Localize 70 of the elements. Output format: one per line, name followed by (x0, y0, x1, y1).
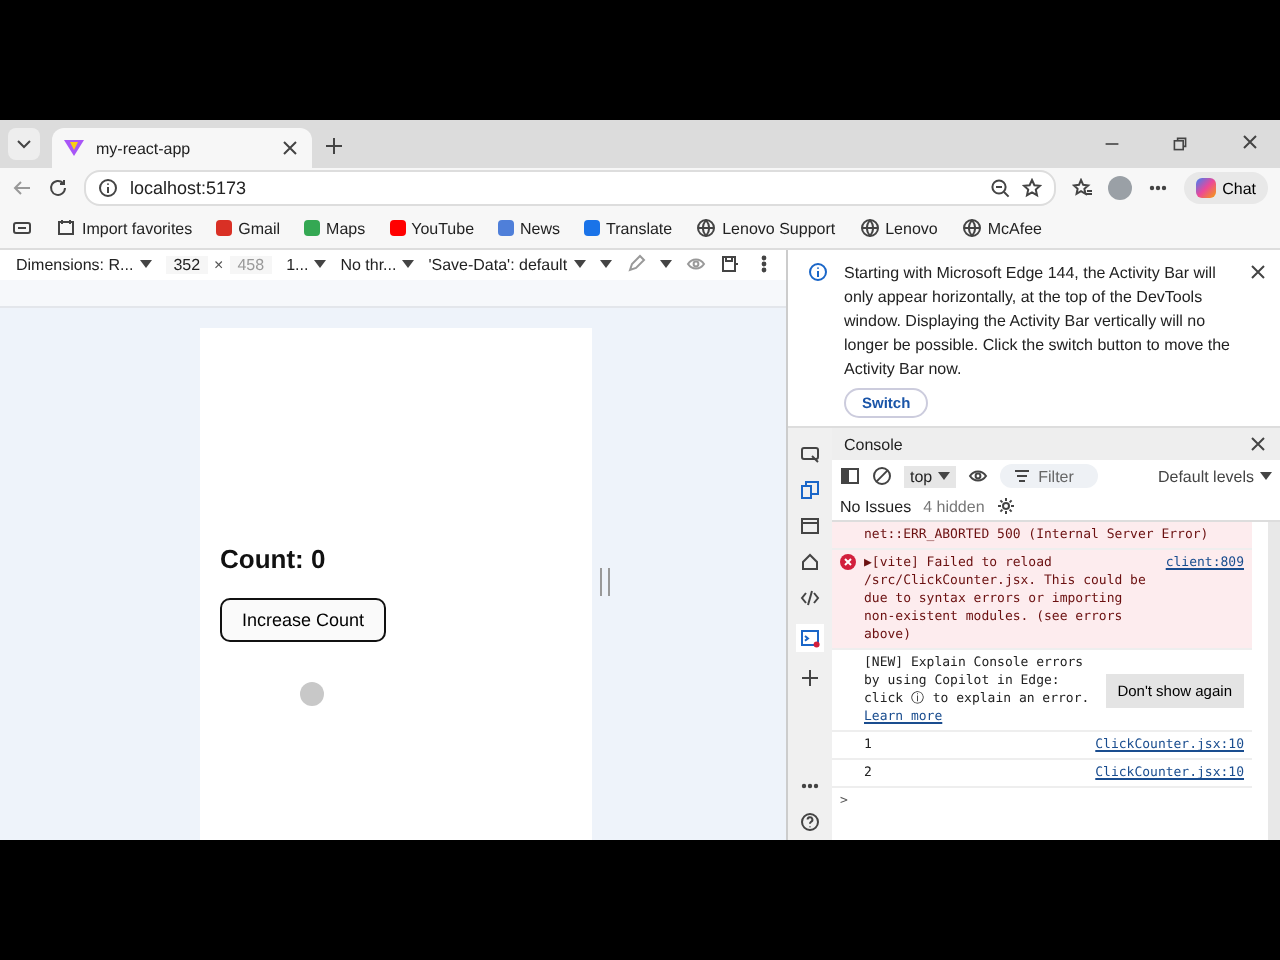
chat-button[interactable]: Chat (1184, 172, 1268, 204)
zoom-out-icon[interactable] (990, 178, 1011, 198)
zoom-dropdown[interactable]: 1... (286, 255, 327, 274)
chevron-down-icon[interactable] (8, 128, 40, 160)
help-icon[interactable] (800, 812, 820, 832)
hidden-count: 4 hidden (923, 497, 985, 515)
bookmark[interactable]: Maps (304, 219, 366, 237)
notice-text: Starting with Microsoft Edge 144, the Activity Bar will only appear horizontally, at the top of the DevTools window. Displaying the Activity Bar vertically will no longer be possible. Click the switch button to move the Activity Bar now. (844, 262, 1232, 382)
info-icon[interactable] (98, 178, 118, 198)
device-icon[interactable] (800, 480, 820, 500)
window-icon[interactable] (800, 516, 820, 536)
close-icon[interactable] (1248, 434, 1268, 454)
caret-icon (402, 260, 415, 269)
back-arrow-icon[interactable] (12, 178, 32, 198)
caret-icon (314, 260, 327, 269)
throttle-dropdown[interactable]: No thr... (340, 255, 415, 274)
triangle-logo-icon (64, 138, 84, 158)
caret-icon (938, 472, 951, 480)
eye-icon[interactable] (968, 466, 989, 486)
card-icon[interactable] (12, 218, 32, 238)
caret-icon[interactable] (659, 260, 672, 269)
caret-icon (139, 260, 152, 269)
console-title: Console (844, 435, 903, 453)
times-sign: × (214, 255, 224, 274)
issues-label: No Issues (840, 497, 912, 515)
settings-icon[interactable] (996, 496, 1017, 516)
bookmark[interactable]: News (498, 219, 561, 237)
count-heading: Count: 0 (220, 544, 326, 574)
address-field[interactable]: localhost:5173 (84, 170, 1057, 206)
console-icon[interactable] (796, 624, 824, 652)
bookmark[interactable]: McAfee (961, 218, 1042, 238)
close-icon[interactable] (1248, 262, 1268, 282)
sidebar-icon[interactable] (840, 466, 860, 486)
favorites-icon[interactable] (1072, 178, 1093, 198)
close-icon[interactable] (1240, 132, 1260, 152)
context-dropdown[interactable]: top (904, 465, 957, 487)
bookmark[interactable]: Translate (584, 219, 673, 237)
reload-icon[interactable] (48, 178, 68, 198)
info-icon (808, 262, 828, 282)
pen-icon[interactable] (625, 254, 646, 275)
import-icon (56, 218, 76, 238)
resize-handle[interactable] (600, 568, 610, 596)
caret-icon (1260, 472, 1272, 480)
new-tab-icon[interactable] (324, 136, 344, 156)
levels-dropdown[interactable]: Default levels (1157, 467, 1272, 485)
save-icon[interactable] (719, 254, 740, 275)
restore-icon[interactable] (1172, 136, 1188, 152)
touch-cursor-icon (300, 682, 324, 706)
globe-icon (696, 218, 717, 238)
screencast-icon[interactable] (800, 444, 820, 464)
globe-icon (859, 218, 880, 238)
code-icon[interactable] (800, 588, 820, 608)
browser-tab[interactable]: my-react-app (52, 128, 312, 168)
plus-icon[interactable] (800, 668, 820, 688)
filter-field[interactable]: Filter (1000, 464, 1098, 488)
dimensions-dropdown[interactable]: Dimensions: R... (16, 255, 152, 274)
bookmark[interactable]: Import favorites (56, 218, 193, 238)
increase-count-button[interactable]: Increase Count (220, 598, 387, 642)
bookmark[interactable]: Lenovo Support (696, 218, 836, 238)
bookmark[interactable]: Gmail (216, 219, 281, 237)
filter-icon (1012, 466, 1033, 486)
bookmark[interactable]: YouTube (389, 219, 475, 237)
star-icon[interactable] (1022, 178, 1043, 198)
clear-icon[interactable] (872, 466, 892, 486)
save-data-dropdown[interactable]: 'Save-Data': default (428, 255, 586, 274)
close-icon[interactable] (280, 138, 300, 158)
width-field[interactable]: 352 (165, 255, 209, 274)
home-icon[interactable] (800, 552, 820, 572)
bookmark[interactable]: Lenovo (859, 218, 938, 238)
globe-icon (961, 218, 982, 238)
